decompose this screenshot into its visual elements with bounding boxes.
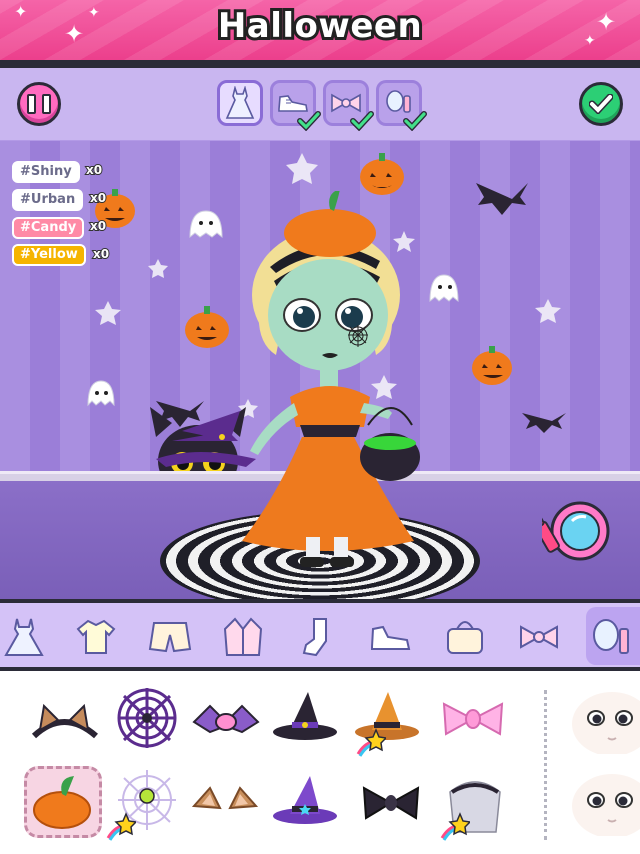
style-tag-urban: #Urban bbox=[12, 189, 84, 211]
black-bow-icon bbox=[362, 786, 420, 820]
tab-makeup[interactable] bbox=[376, 80, 427, 131]
style-tag-count: x0 bbox=[85, 162, 103, 178]
fox-ears-icon bbox=[191, 786, 259, 810]
tab-shoes[interactable] bbox=[270, 80, 321, 131]
shirt-icon[interactable] bbox=[74, 615, 118, 659]
sock-icon[interactable] bbox=[296, 615, 340, 659]
jacket-icon[interactable] bbox=[221, 615, 265, 659]
makeup-mirror-button[interactable] bbox=[531, 501, 612, 565]
check-icon bbox=[297, 111, 321, 131]
makeup-icon[interactable] bbox=[590, 615, 634, 659]
panel-divider bbox=[544, 690, 547, 840]
tab-outfit[interactable] bbox=[217, 80, 263, 126]
style-tag-count: x0 bbox=[92, 246, 110, 262]
toolbar bbox=[0, 68, 640, 143]
doll-character[interactable] bbox=[230, 191, 430, 571]
pause-icon bbox=[24, 94, 54, 114]
item-pink-bow[interactable] bbox=[438, 694, 518, 758]
style-tag-count: x0 bbox=[89, 218, 107, 234]
item-pumpkin-hat[interactable] bbox=[24, 766, 110, 838]
item-fox-ears[interactable] bbox=[190, 778, 270, 842]
purple-witch-hat-icon bbox=[273, 776, 337, 824]
sneaker-icon[interactable] bbox=[369, 615, 413, 659]
title-banner: ✦ ✦ ✦ ✦ ✦ Halloween bbox=[0, 0, 640, 60]
item-witch-hat[interactable] bbox=[270, 688, 350, 752]
style-tag-candy: #Candy bbox=[12, 217, 85, 239]
handbag-icon[interactable] bbox=[443, 615, 487, 659]
witch-hat-icon bbox=[273, 692, 337, 740]
style-tag-yellow: #Yellow bbox=[12, 244, 86, 266]
confirm-button[interactable] bbox=[579, 82, 623, 126]
spiderweb-icon bbox=[117, 688, 177, 748]
dress-icon bbox=[225, 86, 255, 119]
dressup-stage: #Shiny x0 #Urban x0 #Candy x0 #Yellow x0 bbox=[0, 141, 640, 599]
header-divider bbox=[0, 60, 640, 68]
face-eyes-icon bbox=[572, 774, 640, 836]
pink-bow-icon bbox=[442, 702, 504, 736]
style-tag-count: x0 bbox=[89, 190, 107, 206]
shorts-icon[interactable] bbox=[148, 615, 192, 659]
check-icon bbox=[589, 94, 613, 114]
dress-icon[interactable] bbox=[2, 615, 46, 659]
item-cat-ears-headband[interactable] bbox=[30, 690, 110, 754]
check-icon bbox=[350, 111, 374, 131]
tab-accessories[interactable] bbox=[323, 80, 374, 131]
bow-icon[interactable] bbox=[517, 615, 561, 659]
check-icon bbox=[403, 111, 427, 131]
mirror-icon bbox=[531, 501, 610, 561]
item-purple-witch-hat[interactable] bbox=[270, 772, 350, 836]
category-bar bbox=[0, 599, 640, 671]
pause-button[interactable] bbox=[17, 82, 61, 126]
style-tag-shiny: #Shiny bbox=[12, 161, 80, 183]
face-option[interactable] bbox=[572, 772, 640, 836]
face-option[interactable] bbox=[572, 690, 640, 754]
bat-wings-headband-icon bbox=[192, 704, 260, 734]
rainbow-star-icon bbox=[106, 812, 136, 841]
page-title: Halloween bbox=[215, 3, 425, 49]
cat-ears-headband-icon bbox=[31, 703, 98, 739]
face-eyes-icon bbox=[572, 692, 640, 754]
item-spiderweb[interactable] bbox=[112, 686, 192, 750]
item-black-bow[interactable] bbox=[356, 780, 436, 844]
pumpkin-hat-icon bbox=[33, 776, 91, 829]
rainbow-star-icon bbox=[356, 728, 386, 757]
rainbow-star-icon bbox=[440, 812, 470, 841]
item-bat-wings-headband[interactable] bbox=[192, 692, 272, 756]
